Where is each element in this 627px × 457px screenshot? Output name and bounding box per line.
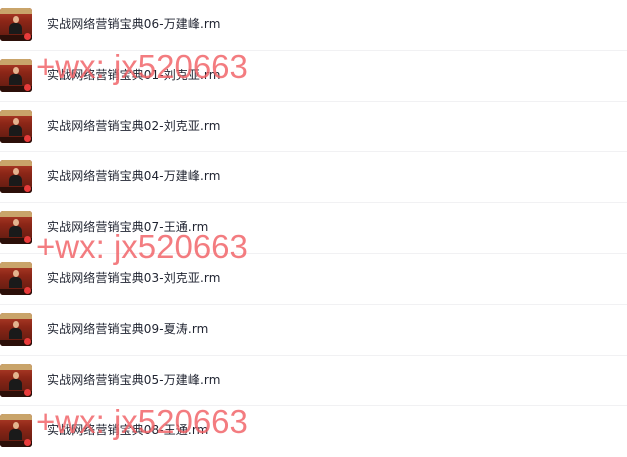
file-row[interactable]: 实战网络营销宝典02-刘克亚.rm [0, 102, 627, 153]
file-row[interactable]: 实战网络营销宝典03-刘克亚.rm [0, 254, 627, 305]
file-name[interactable]: 实战网络营销宝典03-刘克亚.rm [47, 269, 221, 286]
file-row[interactable]: 实战网络营销宝典06-万建峰.rm [0, 0, 627, 51]
file-row[interactable]: 实战网络营销宝典08-王通.rm [0, 406, 627, 457]
file-name[interactable]: 实战网络营销宝典02-刘克亚.rm [47, 117, 221, 134]
video-thumbnail-icon[interactable] [0, 261, 32, 295]
video-thumbnail-icon[interactable] [0, 363, 32, 397]
video-thumbnail-icon[interactable] [0, 414, 32, 448]
file-row[interactable]: 实战网络营销宝典04-万建峰.rm [0, 152, 627, 204]
file-name[interactable]: 实战网络营销宝典04-万建峰.rm [47, 167, 221, 184]
file-name[interactable]: 实战网络营销宝典09-夏涛.rm [47, 320, 208, 337]
file-name[interactable]: 实战网络营销宝典01-刘克亚.rm [47, 66, 221, 83]
video-thumbnail-icon[interactable] [0, 8, 32, 41]
video-thumbnail-icon[interactable] [0, 58, 32, 92]
file-name[interactable]: 实战网络营销宝典05-万建峰.rm [47, 371, 221, 388]
file-name[interactable]: 实战网络营销宝典06-万建峰.rm [47, 15, 221, 32]
video-thumbnail-icon[interactable] [0, 160, 32, 194]
file-row[interactable]: 实战网络营销宝典07-王通.rm [0, 203, 627, 254]
video-thumbnail-icon[interactable] [0, 312, 32, 346]
file-list: 实战网络营销宝典06-万建峰.rm 实战网络营销宝典01-刘克亚.rm 实战网络… [0, 0, 627, 457]
file-row[interactable]: 实战网络营销宝典09-夏涛.rm [0, 305, 627, 356]
video-thumbnail-icon[interactable] [0, 109, 32, 143]
file-name[interactable]: 实战网络营销宝典08-王通.rm [47, 421, 208, 438]
file-row[interactable]: 实战网络营销宝典01-刘克亚.rm [0, 51, 627, 102]
video-thumbnail-icon[interactable] [0, 211, 32, 245]
file-name[interactable]: 实战网络营销宝典07-王通.rm [47, 218, 208, 235]
file-row[interactable]: 实战网络营销宝典05-万建峰.rm [0, 356, 627, 407]
